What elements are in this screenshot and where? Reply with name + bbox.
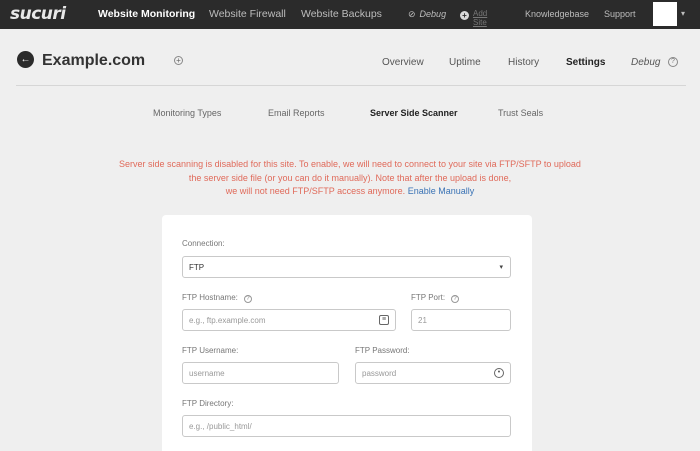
warning-line-2: the server side file (or you can do it m… (188, 172, 512, 183)
port-value: 21 (418, 316, 427, 325)
tab-history[interactable]: History (508, 57, 539, 68)
nav-knowledgebase[interactable]: Knowledgebase (525, 9, 589, 19)
nav-add-site[interactable]: + Add Site (460, 9, 487, 27)
subtab-trust-seals[interactable]: Trust Seals (498, 108, 543, 118)
connection-value: FTP (189, 263, 205, 272)
plus-icon[interactable]: + (174, 56, 183, 65)
nav-website-monitoring[interactable]: Website Monitoring (98, 8, 195, 20)
subtab-monitoring-types[interactable]: Monitoring Types (153, 108, 221, 118)
site-title: Example.com (42, 52, 146, 69)
ftp-directory-input[interactable]: e.g., /public_html/ (182, 415, 511, 437)
password-label: FTP Password: (355, 346, 410, 355)
ftp-hostname-input[interactable]: e.g., ftp.example.com ≡ (182, 309, 396, 331)
tab-settings[interactable]: Settings (566, 57, 605, 68)
ftp-port-input[interactable]: 21 (411, 309, 511, 331)
connection-select[interactable]: FTP ▾ (182, 256, 511, 278)
enable-manually-link[interactable]: Enable Manually (408, 186, 475, 196)
help-icon[interactable]: ? (243, 295, 252, 303)
hostname-label: FTP Hostname:? (182, 293, 252, 303)
tab-overview[interactable]: Overview (382, 57, 424, 68)
nav-debug-label: Debug (419, 9, 447, 19)
nav-website-backups[interactable]: Website Backups (301, 8, 382, 20)
directory-label: FTP Directory: (182, 399, 234, 408)
back-arrow-icon[interactable]: ← (17, 51, 34, 68)
subtab-server-side-scanner[interactable]: Server Side Scanner (370, 108, 458, 118)
ftp-password-input[interactable]: password • (355, 362, 511, 384)
port-label: FTP Port:? (411, 293, 460, 303)
warning-line-3: we will not need FTP/SFTP access anymore… (225, 186, 406, 196)
user-avatar[interactable] (653, 2, 677, 26)
nav-website-firewall[interactable]: Website Firewall (209, 8, 286, 20)
scanner-disabled-warning: Server side scanning is disabled for thi… (110, 158, 590, 199)
ftp-username-input[interactable]: username (182, 362, 339, 384)
password-placeholder: password (362, 369, 397, 378)
username-placeholder: username (189, 369, 225, 378)
username-label: FTP Username: (182, 346, 239, 355)
directory-placeholder: e.g., /public_html/ (189, 422, 252, 431)
plus-circle-icon: + (460, 11, 469, 20)
subtab-email-reports[interactable]: Email Reports (268, 108, 325, 118)
warning-line-1: Server side scanning is disabled for thi… (119, 159, 581, 169)
tab-uptime[interactable]: Uptime (449, 57, 481, 68)
help-icon[interactable]: ? (451, 295, 460, 303)
top-navbar: sucuri Website Monitoring Website Firewa… (0, 0, 700, 29)
nav-debug[interactable]: ⊘ Debug (408, 9, 446, 20)
sucuri-logo[interactable]: sucuri (10, 4, 66, 24)
connection-label: Connection: (182, 239, 225, 248)
header-divider (16, 85, 686, 86)
debug-icon: ⊘ (408, 9, 416, 19)
chevron-down-icon: ▾ (499, 264, 503, 271)
tab-debug[interactable]: Debug (631, 57, 660, 68)
chevron-down-icon[interactable]: ▾ (681, 9, 685, 18)
contact-card-icon: ≡ (379, 315, 389, 325)
hostname-placeholder: e.g., ftp.example.com (189, 316, 266, 325)
port-label-text: FTP Port: (411, 293, 446, 302)
ftp-settings-card: Connection: FTP ▾ FTP Hostname:? e.g., f… (162, 215, 532, 451)
hostname-label-text: FTP Hostname: (182, 293, 238, 302)
nav-support[interactable]: Support (604, 9, 636, 19)
help-icon[interactable]: ? (668, 57, 678, 67)
eye-icon[interactable]: • (494, 368, 504, 378)
add-site-label: Add Site (473, 9, 488, 27)
